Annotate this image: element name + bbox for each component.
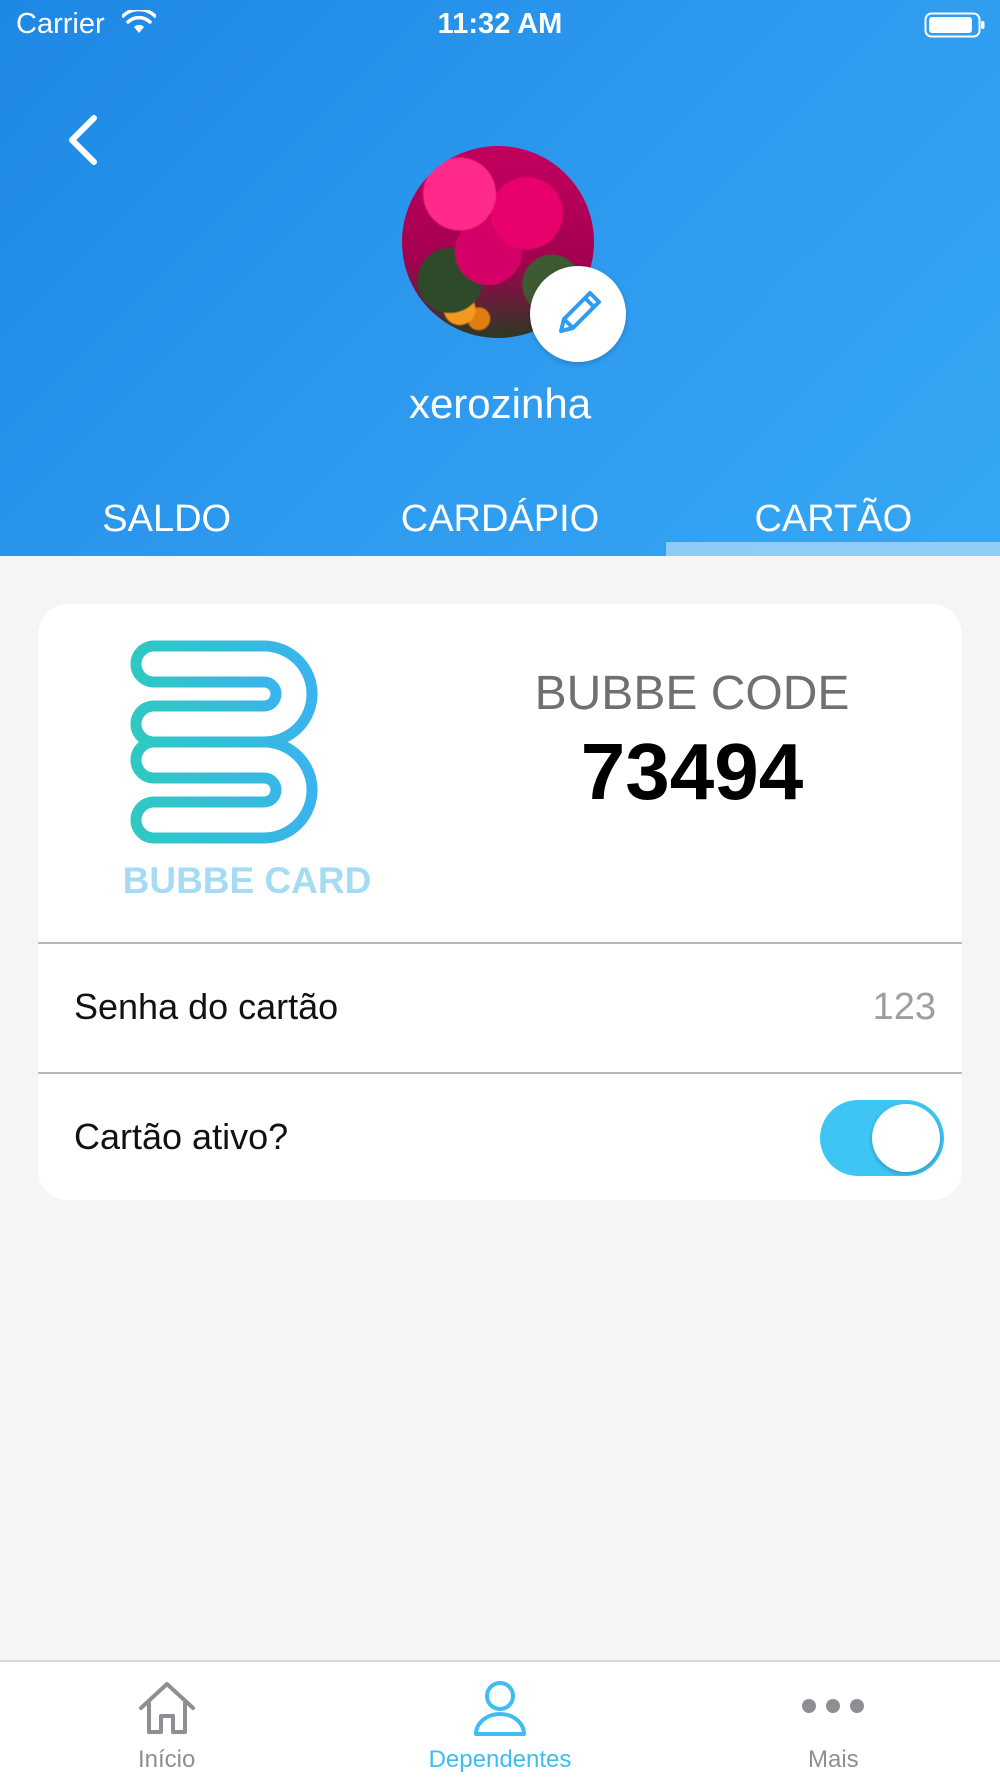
logo-text: BUBBE CARD [122, 860, 372, 901]
active-tab-indicator [666, 542, 1000, 556]
more-icon [802, 1699, 865, 1713]
tab-cardapio[interactable]: CARDÁPIO [333, 490, 666, 556]
tab-saldo[interactable]: SALDO [0, 490, 333, 556]
bubbe-logo-icon [130, 640, 318, 844]
tabbar-label-inicio: Início [137, 1746, 196, 1773]
tabbar-item-dependentes[interactable]: Dependentes [333, 1662, 666, 1778]
toggle-knob [872, 1104, 940, 1172]
tabbar-label-mais: Mais [807, 1746, 859, 1773]
card-password-value: 123 [872, 986, 936, 1028]
pencil-icon [559, 291, 601, 333]
edit-avatar-button[interactable] [530, 266, 626, 362]
tabbar-item-inicio[interactable]: Início [0, 1662, 333, 1778]
bubbe-card-panel: BUBBE CARD BUBBE CODE 73494 Senha do car… [38, 604, 962, 1200]
card-active-label: Cartão ativo? [74, 1116, 289, 1157]
tabbar-item-mais[interactable]: Mais [667, 1662, 1000, 1778]
card-password-label: Senha do cartão [74, 986, 339, 1027]
status-time: 11:32 AM [437, 8, 563, 40]
divider [38, 1072, 962, 1074]
divider [38, 942, 962, 944]
person-icon [473, 1681, 526, 1736]
tabbar-label-dependentes: Dependentes [428, 1746, 572, 1773]
bubbe-code-value: 73494 [580, 727, 804, 816]
card-active-toggle[interactable] [820, 1100, 944, 1176]
profile-header: Carrier 11:32 AM xerozinha SALDO CARDÁPI… [0, 0, 1000, 556]
status-bar: Carrier 11:32 AM [0, 0, 1000, 52]
bubbe-code-label: BUBBE CODE [534, 667, 850, 720]
battery-icon [924, 12, 985, 38]
profile-name: xerozinha [408, 380, 592, 427]
bottom-tab-bar: Início Dependentes Mais [0, 1660, 1000, 1778]
home-icon [138, 1682, 195, 1734]
back-chevron-icon[interactable] [58, 112, 114, 168]
